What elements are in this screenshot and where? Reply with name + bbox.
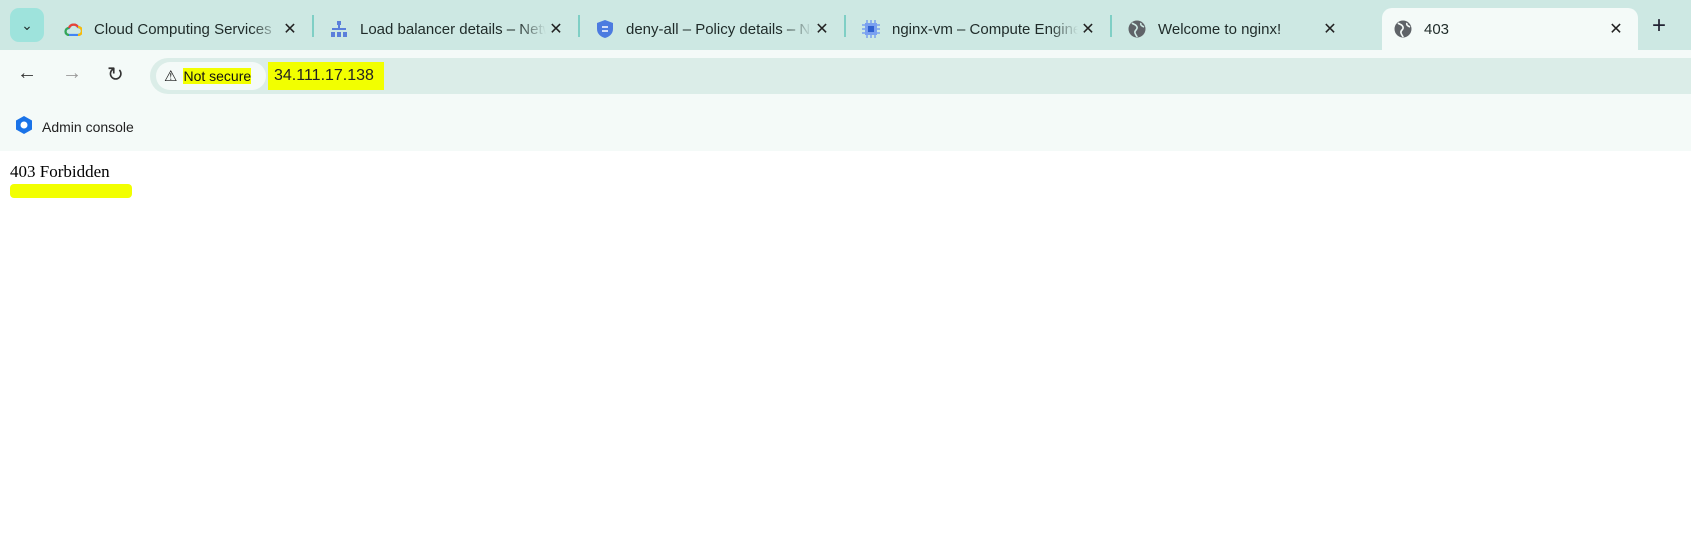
shield-icon xyxy=(596,20,614,38)
warning-icon: ⚠ xyxy=(164,68,178,85)
globe-icon xyxy=(1128,20,1146,38)
tab-search-button[interactable]: ⌄ xyxy=(10,8,44,42)
toolbar: ← → ↻ ⚠ Not secure 34.111.17.138 xyxy=(0,50,1691,101)
tab-welcome-nginx[interactable]: Welcome to nginx! ✕ xyxy=(1116,8,1352,50)
tab-load-balancer[interactable]: Load balancer details – Network ✕ xyxy=(318,8,578,50)
tab-label: deny-all – Policy details – Network xyxy=(626,20,812,38)
tab-divider xyxy=(844,15,846,37)
tab-divider xyxy=(578,15,580,37)
address-bar[interactable]: ⚠ Not secure 34.111.17.138 xyxy=(150,58,1691,94)
google-cloud-icon xyxy=(64,20,82,38)
tab-divider xyxy=(1110,15,1112,37)
tab-deny-all-policy[interactable]: deny-all – Policy details – Network ✕ xyxy=(584,8,844,50)
admin-console-icon xyxy=(14,115,34,138)
error-heading: 403 Forbidden xyxy=(10,162,110,181)
tab-nginx-vm[interactable]: nginx-vm – Compute Engine ✕ xyxy=(850,8,1110,50)
chip-icon xyxy=(862,20,880,38)
url-text[interactable]: 34.111.17.138 xyxy=(268,62,384,90)
tab-label: 403 xyxy=(1424,20,1450,38)
tab-403-active[interactable]: 403 ✕ xyxy=(1382,8,1638,50)
bookmark-label: Admin console xyxy=(42,118,134,135)
load-balancer-icon xyxy=(330,20,348,38)
close-tab-icon[interactable]: ✕ xyxy=(1320,19,1340,39)
highlight-mark xyxy=(10,184,132,198)
plus-icon: + xyxy=(1652,12,1667,39)
bookmark-admin-console[interactable]: Admin console xyxy=(14,115,134,138)
security-status: Not secure xyxy=(183,68,252,84)
globe-icon xyxy=(1394,20,1412,38)
close-tab-icon[interactable]: ✕ xyxy=(1606,19,1626,39)
tab-cloud-computing[interactable]: Cloud Computing Services ✕ xyxy=(52,8,312,50)
chevron-down-icon: ⌄ xyxy=(21,16,33,33)
reload-button[interactable]: ↻ xyxy=(107,62,124,87)
forward-button[interactable]: → xyxy=(62,62,82,85)
back-button[interactable]: ← xyxy=(17,62,37,85)
new-tab-button[interactable]: + xyxy=(1652,12,1666,40)
tab-label: Load balancer details – Network xyxy=(360,20,546,38)
tab-strip: ⌄ Cloud Computing Services ✕ Load balanc… xyxy=(0,0,1691,50)
tab-divider xyxy=(312,15,314,37)
site-info-chip[interactable]: ⚠ Not secure xyxy=(156,62,266,90)
close-tab-icon[interactable]: ✕ xyxy=(1078,19,1098,39)
close-tab-icon[interactable]: ✕ xyxy=(546,19,566,39)
close-tab-icon[interactable]: ✕ xyxy=(280,19,300,39)
tab-label: nginx-vm – Compute Engine xyxy=(892,20,1078,38)
close-tab-icon[interactable]: ✕ xyxy=(812,19,832,39)
tab-label: Welcome to nginx! xyxy=(1158,20,1282,38)
page-content: 403 Forbidden xyxy=(10,162,132,198)
tab-label: Cloud Computing Services xyxy=(94,20,272,38)
bookmarks-bar: Admin console xyxy=(0,101,1691,151)
